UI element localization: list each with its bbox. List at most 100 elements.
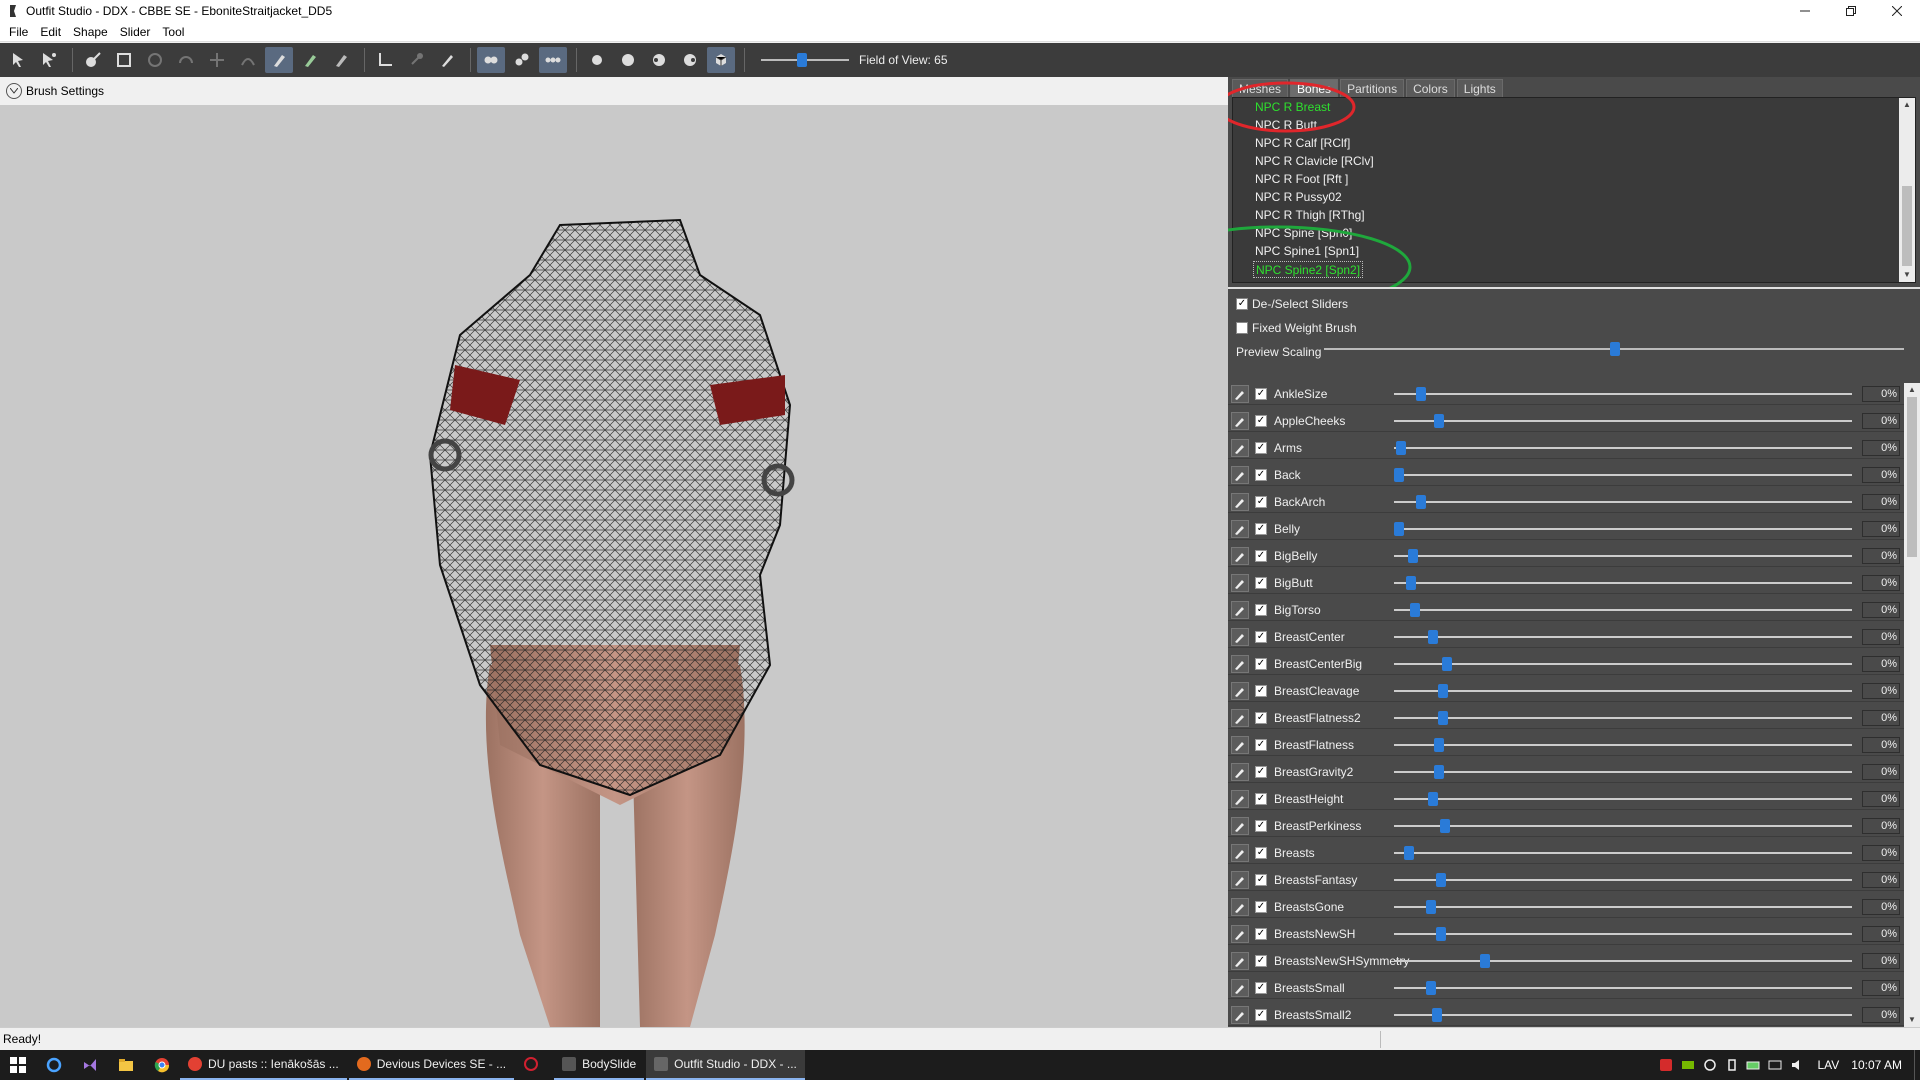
slider-track[interactable] bbox=[1394, 628, 1852, 646]
alpha-brush-icon[interactable] bbox=[327, 47, 355, 73]
bone-list[interactable]: NPC R Breast NPC R Butt NPC R Calf [RClf… bbox=[1232, 97, 1916, 283]
edit-slider-pencil-icon[interactable] bbox=[1231, 654, 1249, 673]
fov-slider-thumb[interactable] bbox=[797, 53, 807, 67]
brush-settings-bar[interactable]: Brush Settings bbox=[0, 77, 1228, 105]
connected-only-icon[interactable] bbox=[508, 47, 536, 73]
slider-thumb[interactable] bbox=[1410, 602, 1420, 617]
edit-slider-pencil-icon[interactable] bbox=[1231, 438, 1249, 457]
usb-icon[interactable] bbox=[1722, 1055, 1742, 1075]
slider-value[interactable]: 0% bbox=[1862, 601, 1900, 618]
view-left-icon[interactable] bbox=[645, 47, 673, 73]
show-desktop-button[interactable] bbox=[1914, 1050, 1920, 1080]
slider-track[interactable] bbox=[1394, 466, 1852, 484]
move-brush-icon[interactable] bbox=[203, 47, 231, 73]
slider-thumb[interactable] bbox=[1432, 1007, 1442, 1022]
slider-track[interactable] bbox=[1394, 547, 1852, 565]
slider-checkbox[interactable]: ✓ bbox=[1255, 981, 1267, 994]
slider-value[interactable]: 0% bbox=[1862, 817, 1900, 834]
edit-slider-pencil-icon[interactable] bbox=[1231, 546, 1249, 565]
slider-thumb[interactable] bbox=[1394, 521, 1404, 536]
slider-checkbox[interactable]: ✓ bbox=[1255, 711, 1267, 724]
close-icon[interactable] bbox=[1874, 0, 1920, 22]
bone-item[interactable]: NPC R Pussy02 bbox=[1253, 189, 1344, 206]
taskbar-app[interactable]: DU pasts :: Ienākošās ... bbox=[180, 1050, 347, 1080]
slider-track[interactable] bbox=[1394, 898, 1852, 916]
slider-checkbox[interactable]: ✓ bbox=[1255, 684, 1267, 697]
slider-checkbox[interactable]: ✓ bbox=[1255, 549, 1267, 562]
select-tool-icon[interactable] bbox=[4, 47, 32, 73]
perspective-icon[interactable] bbox=[707, 47, 735, 73]
edit-slider-pencil-icon[interactable] bbox=[1231, 816, 1249, 835]
axis-icon[interactable] bbox=[371, 47, 399, 73]
pin-icon[interactable] bbox=[402, 47, 430, 73]
taskbar-app[interactable] bbox=[516, 1050, 552, 1080]
menu-shape[interactable]: Shape bbox=[67, 25, 114, 39]
scroll-down-icon[interactable]: ▼ bbox=[1899, 268, 1915, 282]
slider-thumb[interactable] bbox=[1428, 629, 1438, 644]
inflate-brush-icon[interactable] bbox=[141, 47, 169, 73]
slider-checkbox[interactable]: ✓ bbox=[1255, 414, 1267, 427]
nvidia-icon[interactable] bbox=[1678, 1055, 1698, 1075]
slider-track[interactable] bbox=[1394, 655, 1852, 673]
slider-list-scrollbar[interactable]: ▲ ▼ bbox=[1904, 383, 1920, 1027]
bone-item[interactable]: NPC R Breast bbox=[1253, 99, 1332, 116]
color-brush-icon[interactable] bbox=[296, 47, 324, 73]
slider-value[interactable]: 0% bbox=[1862, 655, 1900, 672]
network-icon[interactable] bbox=[1766, 1055, 1786, 1075]
network-share-icon[interactable] bbox=[1700, 1055, 1720, 1075]
slider-thumb[interactable] bbox=[1434, 737, 1444, 752]
slider-track[interactable] bbox=[1394, 385, 1852, 403]
slider-value[interactable]: 0% bbox=[1862, 547, 1900, 564]
slider-checkbox[interactable]: ✓ bbox=[1255, 468, 1267, 481]
volume-icon[interactable] bbox=[1788, 1055, 1808, 1075]
slider-checkbox[interactable]: ✓ bbox=[1255, 603, 1267, 616]
slider-checkbox[interactable]: ✓ bbox=[1255, 657, 1267, 670]
slider-track[interactable] bbox=[1394, 925, 1852, 943]
slider-thumb[interactable] bbox=[1434, 764, 1444, 779]
tab-lights[interactable]: Lights bbox=[1456, 79, 1503, 97]
edit-slider-pencil-icon[interactable] bbox=[1231, 627, 1249, 646]
scrollbar-thumb[interactable] bbox=[1902, 186, 1912, 266]
tab-meshes[interactable]: Meshes bbox=[1232, 79, 1289, 97]
slider-thumb[interactable] bbox=[1436, 926, 1446, 941]
slider-thumb[interactable] bbox=[1408, 548, 1418, 563]
bone-item[interactable]: NPC Spine1 [Spn1] bbox=[1253, 243, 1361, 260]
slider-thumb[interactable] bbox=[1428, 791, 1438, 806]
windows-start-icon[interactable] bbox=[0, 1050, 36, 1080]
scroll-up-icon[interactable]: ▲ bbox=[1904, 383, 1920, 397]
slider-value[interactable]: 0% bbox=[1862, 709, 1900, 726]
edit-slider-pencil-icon[interactable] bbox=[1231, 573, 1249, 592]
slider-track[interactable] bbox=[1394, 952, 1852, 970]
slider-checkbox[interactable]: ✓ bbox=[1255, 873, 1267, 886]
slider-track[interactable] bbox=[1394, 601, 1852, 619]
slider-thumb[interactable] bbox=[1438, 683, 1448, 698]
scroll-down-icon[interactable]: ▼ bbox=[1904, 1013, 1920, 1027]
mask-brush-icon[interactable] bbox=[110, 47, 138, 73]
slider-checkbox[interactable]: ✓ bbox=[1255, 900, 1267, 913]
edit-slider-pencil-icon[interactable] bbox=[1231, 708, 1249, 727]
slider-thumb[interactable] bbox=[1416, 494, 1426, 509]
scroll-up-icon[interactable]: ▲ bbox=[1899, 98, 1915, 112]
edit-slider-pencil-icon[interactable] bbox=[1231, 951, 1249, 970]
chevron-down-icon[interactable] bbox=[6, 83, 22, 99]
slider-track[interactable] bbox=[1394, 709, 1852, 727]
scrollbar-thumb[interactable] bbox=[1907, 397, 1917, 557]
edit-slider-pencil-icon[interactable] bbox=[1231, 735, 1249, 754]
edit-slider-pencil-icon[interactable] bbox=[1231, 870, 1249, 889]
slider-checkbox[interactable]: ✓ bbox=[1255, 765, 1267, 778]
bone-item[interactable]: NPC R Foot [Rft ] bbox=[1253, 171, 1350, 188]
edit-slider-pencil-icon[interactable] bbox=[1231, 411, 1249, 430]
edit-slider-pencil-icon[interactable] bbox=[1231, 681, 1249, 700]
3d-viewport[interactable] bbox=[0, 105, 1228, 1027]
preview-scaling-thumb[interactable] bbox=[1610, 342, 1620, 356]
bone-item[interactable]: NPC R Clavicle [RClv] bbox=[1253, 153, 1376, 170]
slider-thumb[interactable] bbox=[1426, 980, 1436, 995]
slider-checkbox[interactable]: ✓ bbox=[1255, 630, 1267, 643]
tab-partitions[interactable]: Partitions bbox=[1340, 79, 1405, 97]
fov-slider[interactable] bbox=[761, 50, 849, 70]
slider-thumb[interactable] bbox=[1436, 872, 1446, 887]
bone-item-selected[interactable]: NPC Spine2 [Spn2] bbox=[1253, 261, 1364, 278]
slider-track[interactable] bbox=[1394, 979, 1852, 997]
slider-thumb[interactable] bbox=[1480, 953, 1490, 968]
slider-checkbox[interactable]: ✓ bbox=[1255, 927, 1267, 940]
